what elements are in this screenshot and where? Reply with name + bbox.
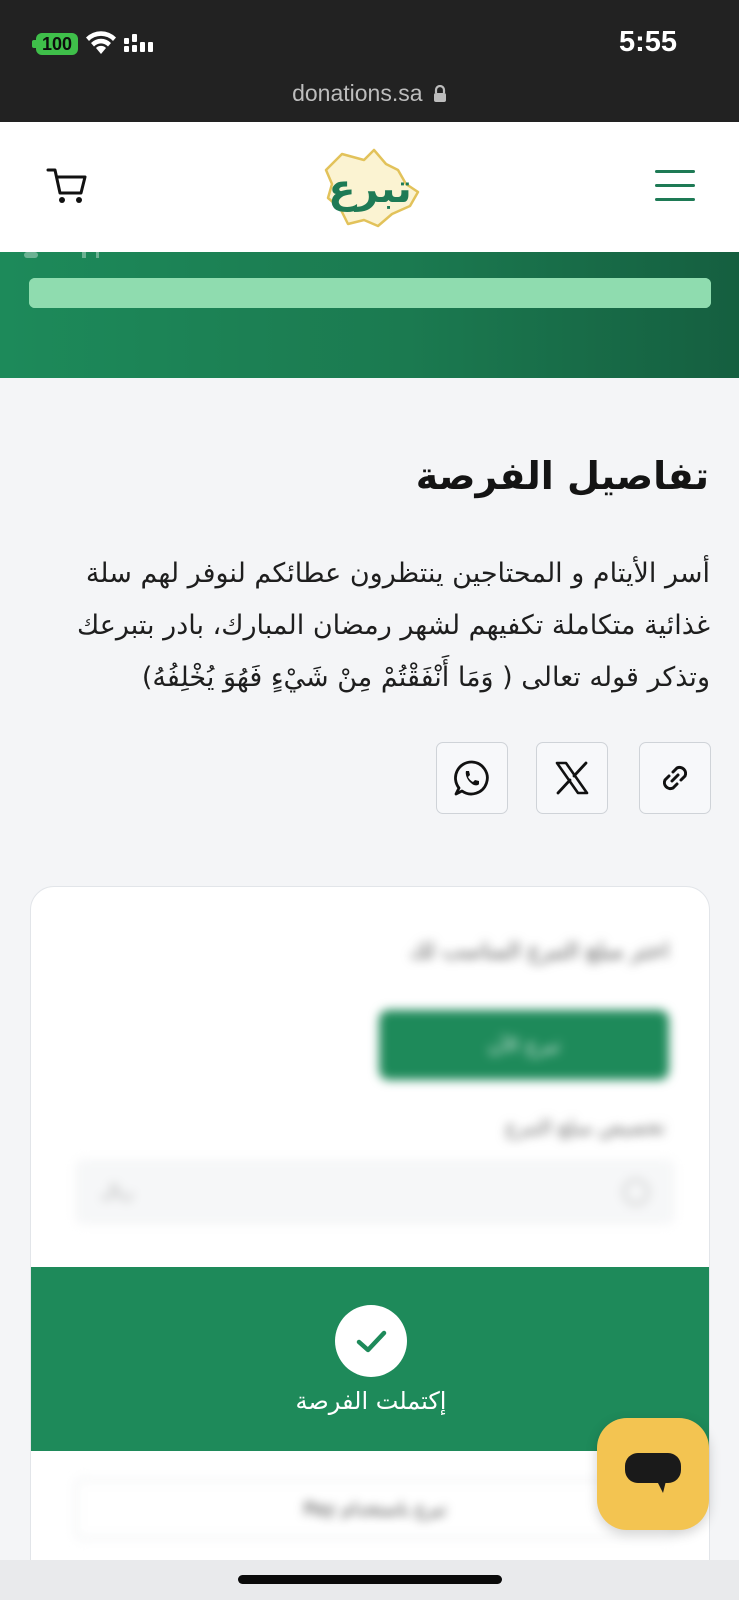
- details-title: تفاصيل الفرصة: [415, 454, 709, 498]
- share-buttons: [436, 742, 711, 814]
- amount-placeholder: ريال: [101, 1181, 134, 1202]
- home-indicator[interactable]: [238, 1575, 502, 1584]
- share-whatsapp-button[interactable]: [436, 742, 508, 814]
- checkmark-icon: [356, 1330, 387, 1353]
- hamburger-menu-icon: [655, 170, 695, 173]
- battery-indicator: 100: [36, 33, 78, 55]
- campaign-hero: [0, 250, 739, 378]
- wifi-icon: [86, 31, 116, 54]
- share-x-button[interactable]: [536, 742, 608, 814]
- scrolled-text-remnant: [24, 250, 99, 258]
- shopping-cart-icon: [46, 168, 87, 203]
- funding-progress-fill: [29, 278, 711, 308]
- copy-link-button[interactable]: [639, 742, 711, 814]
- custom-amount-input[interactable]: ريال: [75, 1159, 675, 1225]
- cart-button[interactable]: [46, 166, 88, 206]
- x-icon: [555, 761, 589, 795]
- link-icon: [662, 765, 688, 791]
- opportunity-completed-text: إكتملت الفرصة: [295, 1387, 447, 1415]
- chat-bubble-icon: [625, 1453, 681, 1493]
- donation-card-heading: اختر مبلغ التبرع المناسب لك: [409, 939, 669, 964]
- lock-icon: [433, 85, 446, 102]
- logo-text: تبرع: [328, 166, 412, 212]
- custom-amount-label: تخصيص مبلغ التبرع: [505, 1115, 665, 1139]
- site-logo[interactable]: تبرع: [314, 140, 426, 232]
- address-bar[interactable]: donations.sa: [0, 80, 739, 107]
- menu-button[interactable]: [655, 168, 697, 204]
- site-header: تبرع: [0, 122, 739, 252]
- donate-now-button[interactable]: تبرع الآن: [379, 1010, 669, 1080]
- details-description: أسر الأيتام و المحتاجين ينتظرون عطائكم ل…: [77, 558, 710, 693]
- currency-icon: [623, 1179, 649, 1205]
- status-bar: 100 5:55 donations.sa: [0, 0, 739, 122]
- apple-pay-button[interactable]: تبرع باستخدام Pay: [75, 1479, 675, 1539]
- clock: 5:55: [618, 26, 677, 58]
- url-text: donations.sa: [292, 80, 423, 106]
- funding-progress-bar: [29, 278, 711, 308]
- chat-button[interactable]: [597, 1418, 709, 1530]
- whatsapp-icon: [454, 760, 489, 796]
- checkmark-circle: [335, 1305, 407, 1377]
- cellular-signal-icon: [124, 34, 153, 52]
